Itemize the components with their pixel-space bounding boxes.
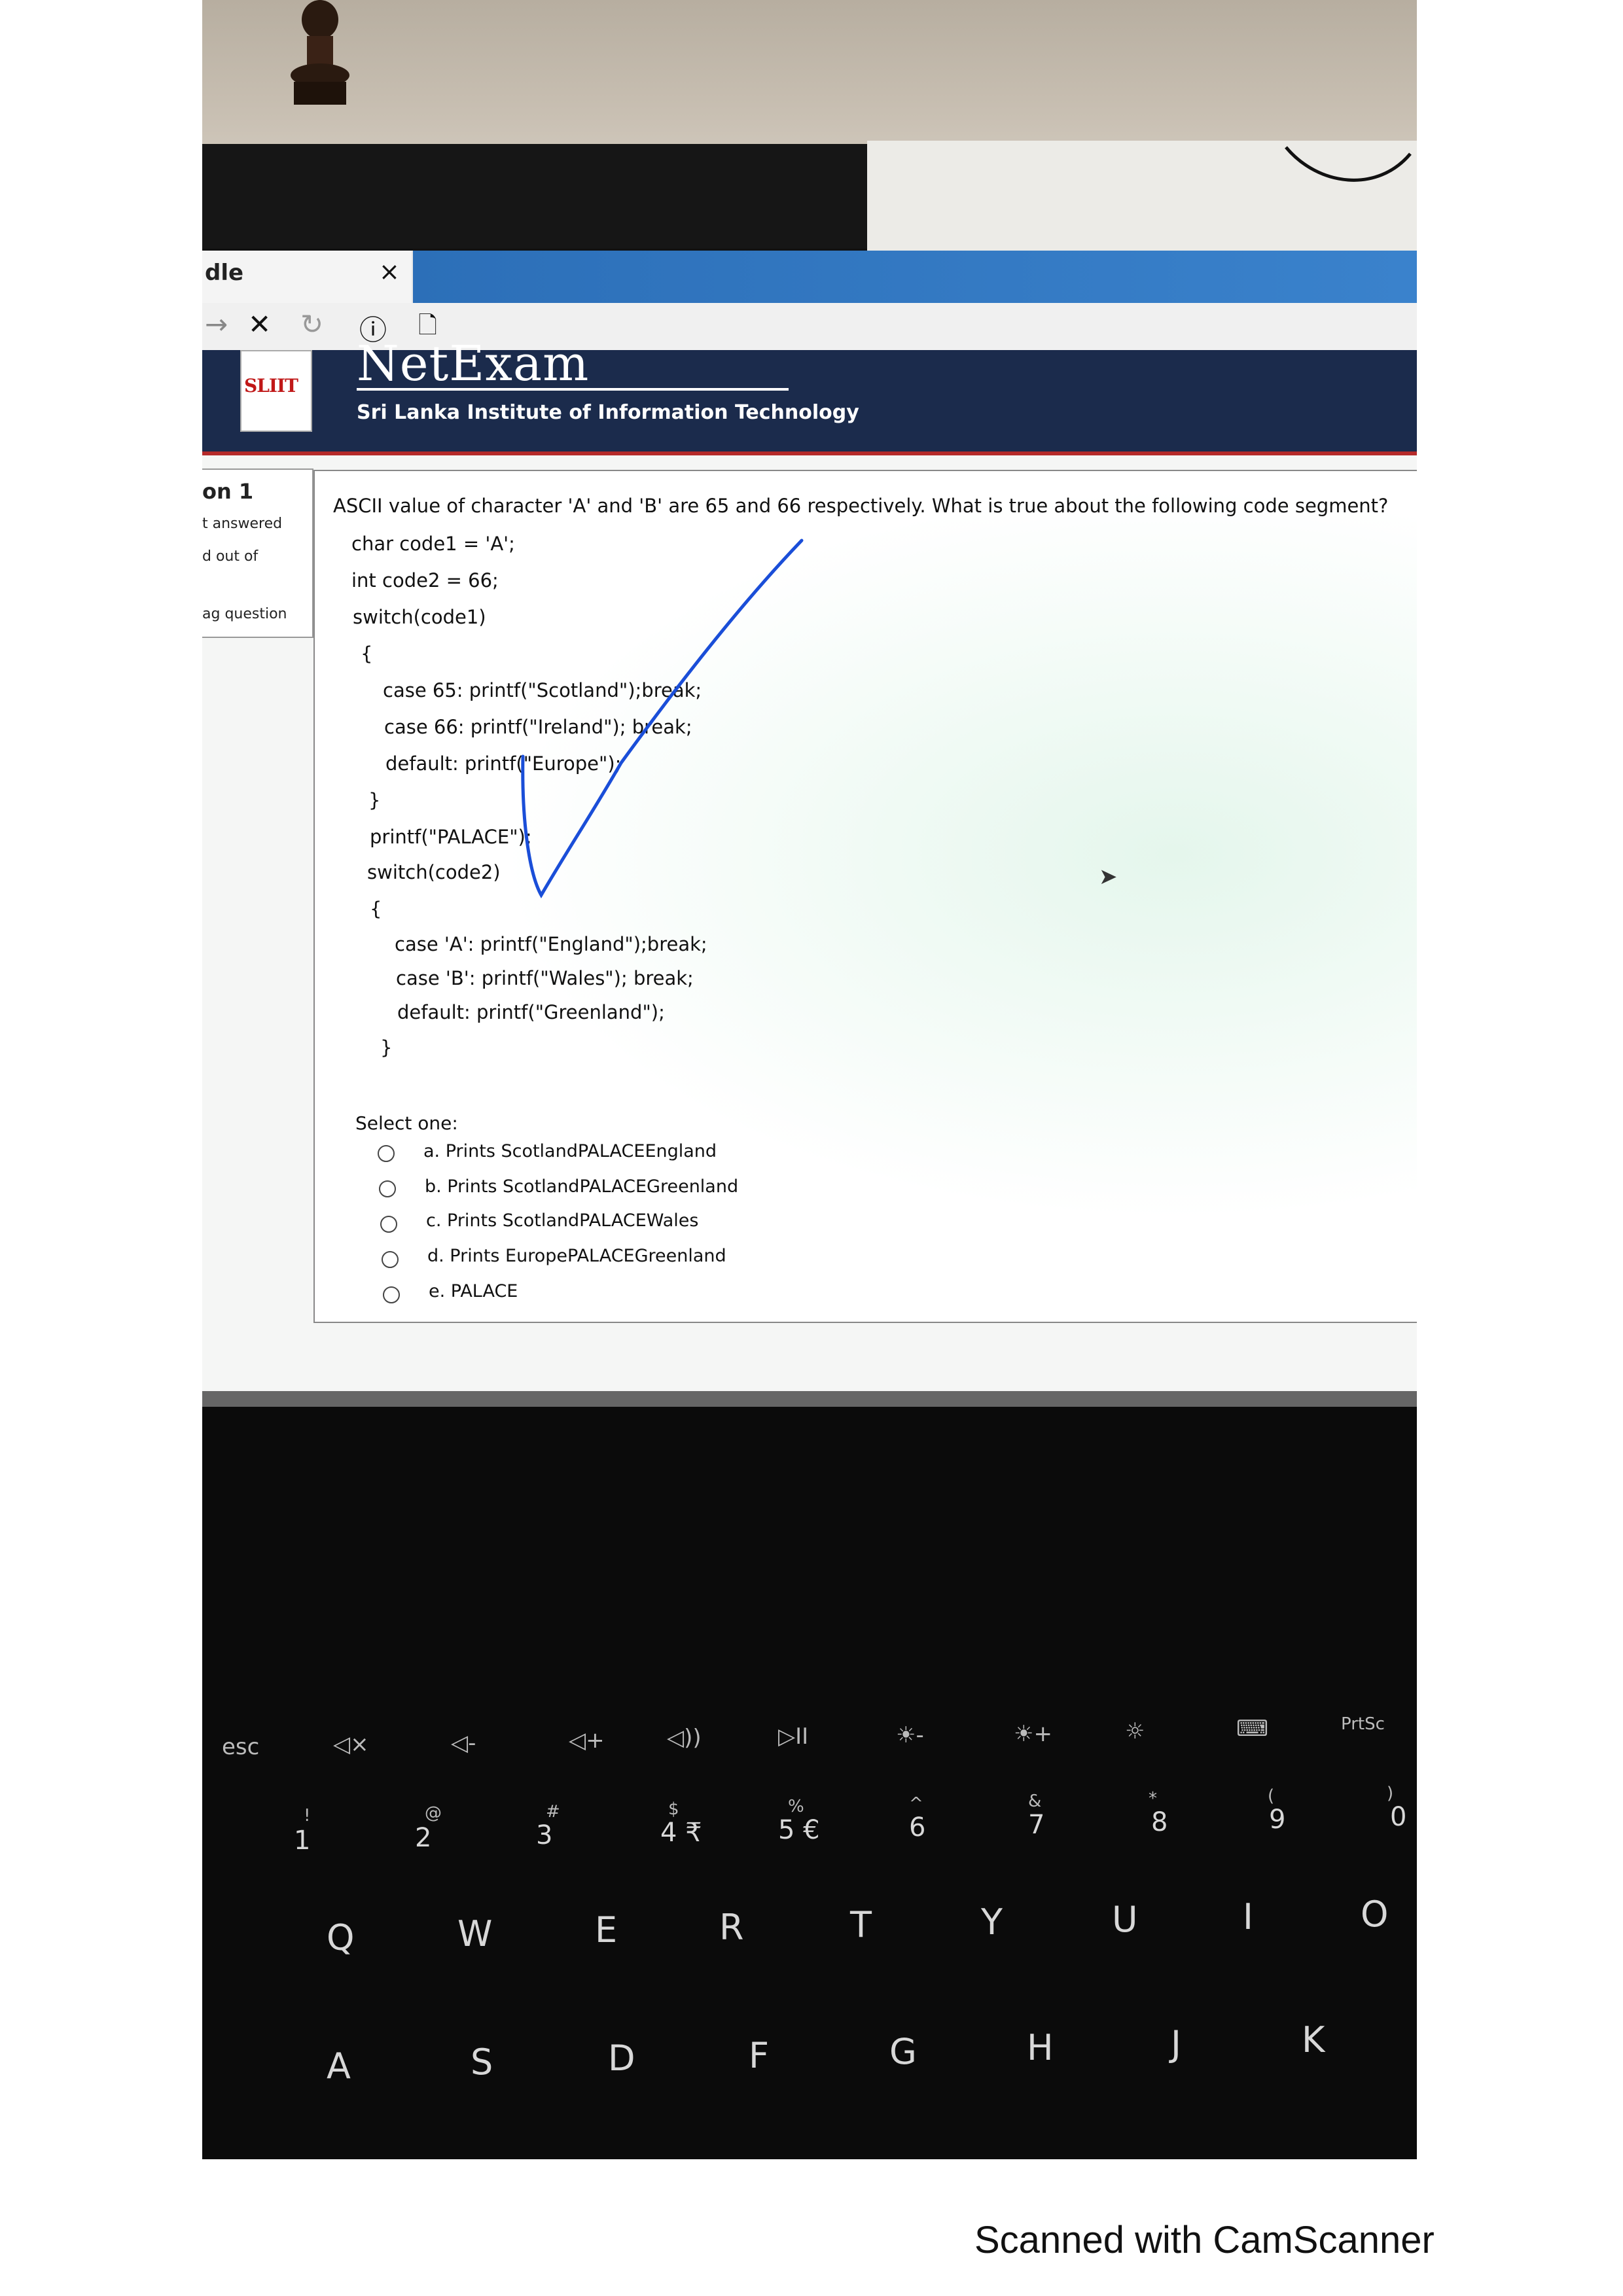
key-w[interactable]: W <box>457 1913 492 1954</box>
screen-bottom-edge <box>202 1391 1417 1407</box>
reload-icon[interactable]: ↻ <box>300 308 323 340</box>
key-r[interactable]: R <box>719 1907 744 1948</box>
window-titlebar <box>413 251 1417 303</box>
key-f[interactable]: F <box>749 2035 769 2076</box>
backlight-key[interactable]: ☼ <box>1125 1718 1145 1744</box>
key-0[interactable]: 0 <box>1390 1802 1406 1832</box>
lamp-finial <box>291 0 349 105</box>
brand-subtitle: Sri Lanka Institute of Information Techn… <box>357 401 859 424</box>
browser-tab-bar: dle × <box>202 251 1417 303</box>
key-j[interactable]: J <box>1171 2023 1181 2064</box>
prtsc-key[interactable]: PrtSc <box>1341 1714 1385 1734</box>
key-symbol: $ <box>668 1799 679 1819</box>
key-t[interactable]: T <box>850 1904 872 1945</box>
key-a[interactable]: A <box>327 2045 351 2087</box>
key-2[interactable]: 2 <box>415 1823 431 1853</box>
camscanner-watermark: Scanned with CamScanner <box>974 2219 1435 2261</box>
photo-region: dle × → ✕ ↻ ⓘ 🗋 SLIIT NetExam Sri Lanka … <box>202 0 1417 2159</box>
key-k[interactable]: K <box>1302 2019 1325 2060</box>
sticky-note <box>867 141 1417 262</box>
key-symbol: ! <box>304 1806 311 1826</box>
key-symbol: ) <box>1387 1784 1394 1803</box>
brand-divider <box>357 388 789 391</box>
brand-title: NetExam <box>357 336 590 392</box>
key-symbol: ^ <box>909 1794 923 1814</box>
display-key[interactable]: ⌨ <box>1236 1716 1268 1742</box>
brightness-down-key[interactable]: ☀- <box>896 1722 924 1748</box>
key-8[interactable]: 8 <box>1151 1807 1168 1837</box>
quiz-content: on 1 t answered d out of ag question ASC… <box>202 455 1417 1398</box>
key-q[interactable]: Q <box>327 1917 355 1958</box>
esc-key[interactable]: esc <box>222 1734 259 1760</box>
logo-text: SLIIT <box>244 375 298 397</box>
stop-icon[interactable]: ✕ <box>248 308 271 340</box>
key-symbol: % <box>788 1797 804 1816</box>
key-9[interactable]: 9 <box>1269 1805 1285 1835</box>
volume-up-key[interactable]: ◁+ <box>569 1727 605 1754</box>
key-symbol: * <box>1149 1789 1157 1809</box>
key-y[interactable]: Y <box>981 1901 1003 1943</box>
brightness-up-key[interactable]: ☀+ <box>1014 1721 1052 1747</box>
key-symbol: & <box>1028 1792 1042 1811</box>
tab-title: dle <box>205 260 244 286</box>
key-e[interactable]: E <box>595 1909 617 1951</box>
mute-key[interactable]: ◁× <box>333 1731 369 1757</box>
key-g[interactable]: G <box>889 2031 917 2072</box>
key-5[interactable]: 5 € <box>778 1815 820 1845</box>
pen-annotation <box>521 539 804 899</box>
key-4[interactable]: 4 ₹ <box>660 1818 702 1848</box>
key-symbol: @ <box>425 1803 442 1823</box>
browser-tab[interactable]: dle × <box>202 251 412 303</box>
key-symbol: ( <box>1268 1786 1275 1806</box>
key-o[interactable]: O <box>1361 1894 1389 1935</box>
media-key[interactable]: ◁)) <box>667 1725 702 1751</box>
sliit-logo: SLIIT <box>240 350 312 432</box>
key-d[interactable]: D <box>608 2038 635 2079</box>
key-6[interactable]: 6 <box>909 1812 925 1843</box>
key-7[interactable]: 7 <box>1028 1810 1044 1840</box>
key-i[interactable]: I <box>1243 1896 1253 1937</box>
play-pause-key[interactable]: ▷II <box>778 1723 808 1750</box>
key-symbol: # <box>546 1802 560 1822</box>
key-h[interactable]: H <box>1027 2027 1054 2068</box>
laptop-keyboard: esc ◁× ◁- ◁+ ◁)) ▷II ☀- ☀+ ☼ ⌨ PrtSc ! @… <box>202 1407 1417 2159</box>
close-icon[interactable]: × <box>379 257 400 286</box>
site-header: SLIIT NetExam Sri Lanka Institute of Inf… <box>202 336 1417 451</box>
key-s[interactable]: S <box>471 2041 493 2083</box>
forward-icon[interactable]: → <box>205 308 228 340</box>
key-3[interactable]: 3 <box>536 1820 552 1850</box>
key-u[interactable]: U <box>1112 1899 1138 1940</box>
volume-down-key[interactable]: ◁- <box>451 1730 476 1756</box>
key-1[interactable]: 1 <box>294 1826 310 1856</box>
